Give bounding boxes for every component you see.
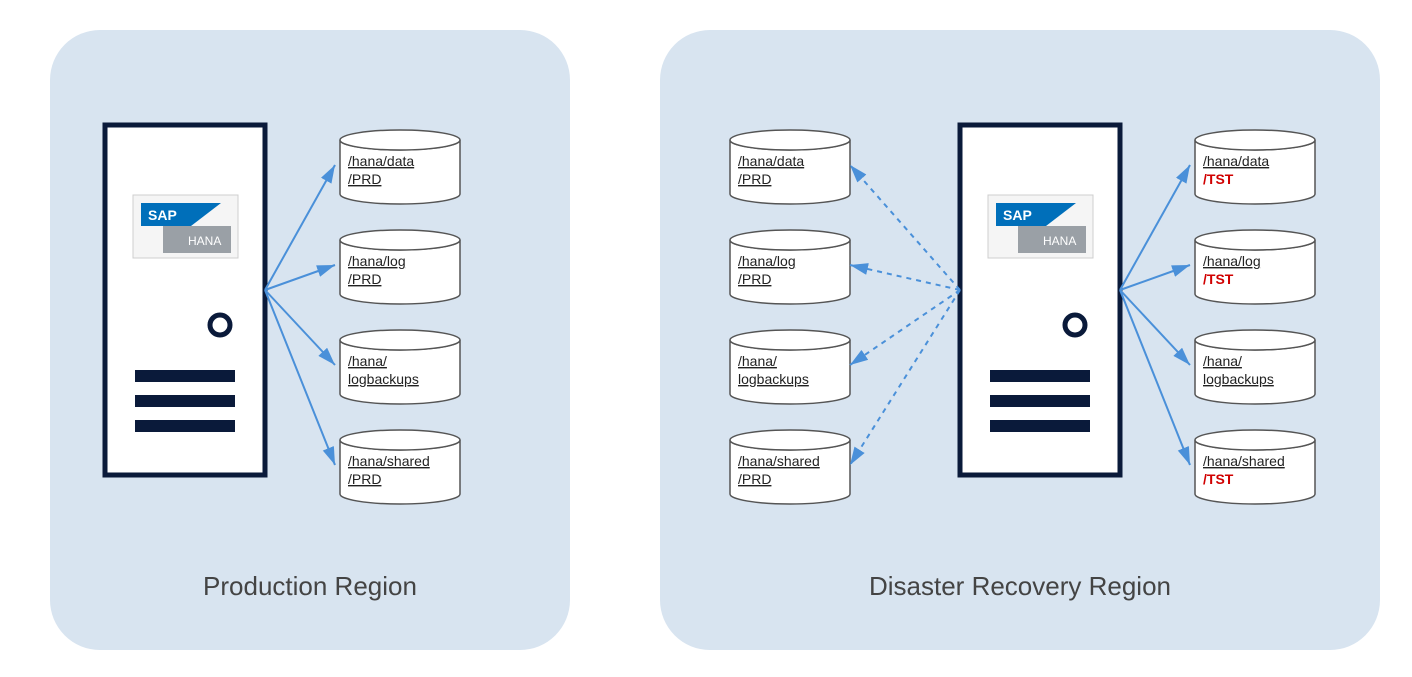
- prod-disk-3: /hana/shared/PRD: [340, 430, 460, 504]
- sap-hana-logo: SAP HANA: [133, 195, 238, 258]
- svg-text:SAP: SAP: [148, 207, 177, 223]
- dr-right-disk-1: /hana/log/TST: [1195, 230, 1315, 304]
- dr-left-disk-1: /hana/log/PRD: [730, 230, 850, 304]
- prod-disk-2-line2: logbackups: [348, 371, 419, 387]
- dr-right-disk-1-line2: /TST: [1203, 271, 1234, 287]
- dr-server: SAP HANA: [960, 125, 1120, 475]
- dr-left-disk-3-line2: /PRD: [738, 471, 771, 487]
- dr-region-label: Disaster Recovery Region: [869, 571, 1171, 601]
- dr-right-disk-3: /hana/shared/TST: [1195, 430, 1315, 504]
- svg-text:HANA: HANA: [188, 234, 221, 248]
- sap-hana-logo: SAP HANA: [988, 195, 1093, 258]
- prod-disk-0-line2: /PRD: [348, 171, 381, 187]
- dr-right-disk-1-line1: /hana/log: [1203, 253, 1261, 269]
- dr-left-disk-3-line1: /hana/shared: [738, 453, 820, 469]
- dr-right-disk-2-line2: logbackups: [1203, 371, 1274, 387]
- dr-left-disk-3: /hana/shared/PRD: [730, 430, 850, 504]
- dr-right-disk-3-line1: /hana/shared: [1203, 453, 1285, 469]
- dr-left-disk-2-line2: logbackups: [738, 371, 809, 387]
- dr-left-disk-0-line2: /PRD: [738, 171, 771, 187]
- production-region: SAP HANA /hana/data/PRD/hana/log/PRD/han…: [50, 30, 570, 650]
- prod-disk-2-line1: /hana/: [348, 353, 387, 369]
- prod-disk-1-line1: /hana/log: [348, 253, 406, 269]
- prod-disk-0-line1: /hana/data: [348, 153, 414, 169]
- prod-disk-2: /hana/logbackups: [340, 330, 460, 404]
- dr-right-disk-0: /hana/data/TST: [1195, 130, 1315, 204]
- prod-disk-3-line1: /hana/shared: [348, 453, 430, 469]
- prod-disk-3-line2: /PRD: [348, 471, 381, 487]
- dr-right-disk-2-line1: /hana/: [1203, 353, 1242, 369]
- prod-disk-0: /hana/data/PRD: [340, 130, 460, 204]
- dr-left-disk-2-line1: /hana/: [738, 353, 777, 369]
- dr-left-disk-2: /hana/logbackups: [730, 330, 850, 404]
- dr-right-disk-0-line1: /hana/data: [1203, 153, 1269, 169]
- prod-disk-1: /hana/log/PRD: [340, 230, 460, 304]
- dr-left-disk-0-line1: /hana/data: [738, 153, 804, 169]
- svg-text:HANA: HANA: [1043, 234, 1076, 248]
- prod-disk-1-line2: /PRD: [348, 271, 381, 287]
- production-server: SAP HANA: [105, 125, 265, 475]
- dr-right-disk-2: /hana/logbackups: [1195, 330, 1315, 404]
- dr-left-disk-1-line1: /hana/log: [738, 253, 796, 269]
- dr-left-disk-0: /hana/data/PRD: [730, 130, 850, 204]
- dr-left-disk-1-line2: /PRD: [738, 271, 771, 287]
- dr-right-disk-3-line2: /TST: [1203, 471, 1234, 487]
- production-region-label: Production Region: [203, 571, 417, 601]
- svg-text:SAP: SAP: [1003, 207, 1032, 223]
- dr-region: /hana/data/PRD/hana/log/PRD/hana/logback…: [660, 30, 1380, 650]
- dr-right-disk-0-line2: /TST: [1203, 171, 1234, 187]
